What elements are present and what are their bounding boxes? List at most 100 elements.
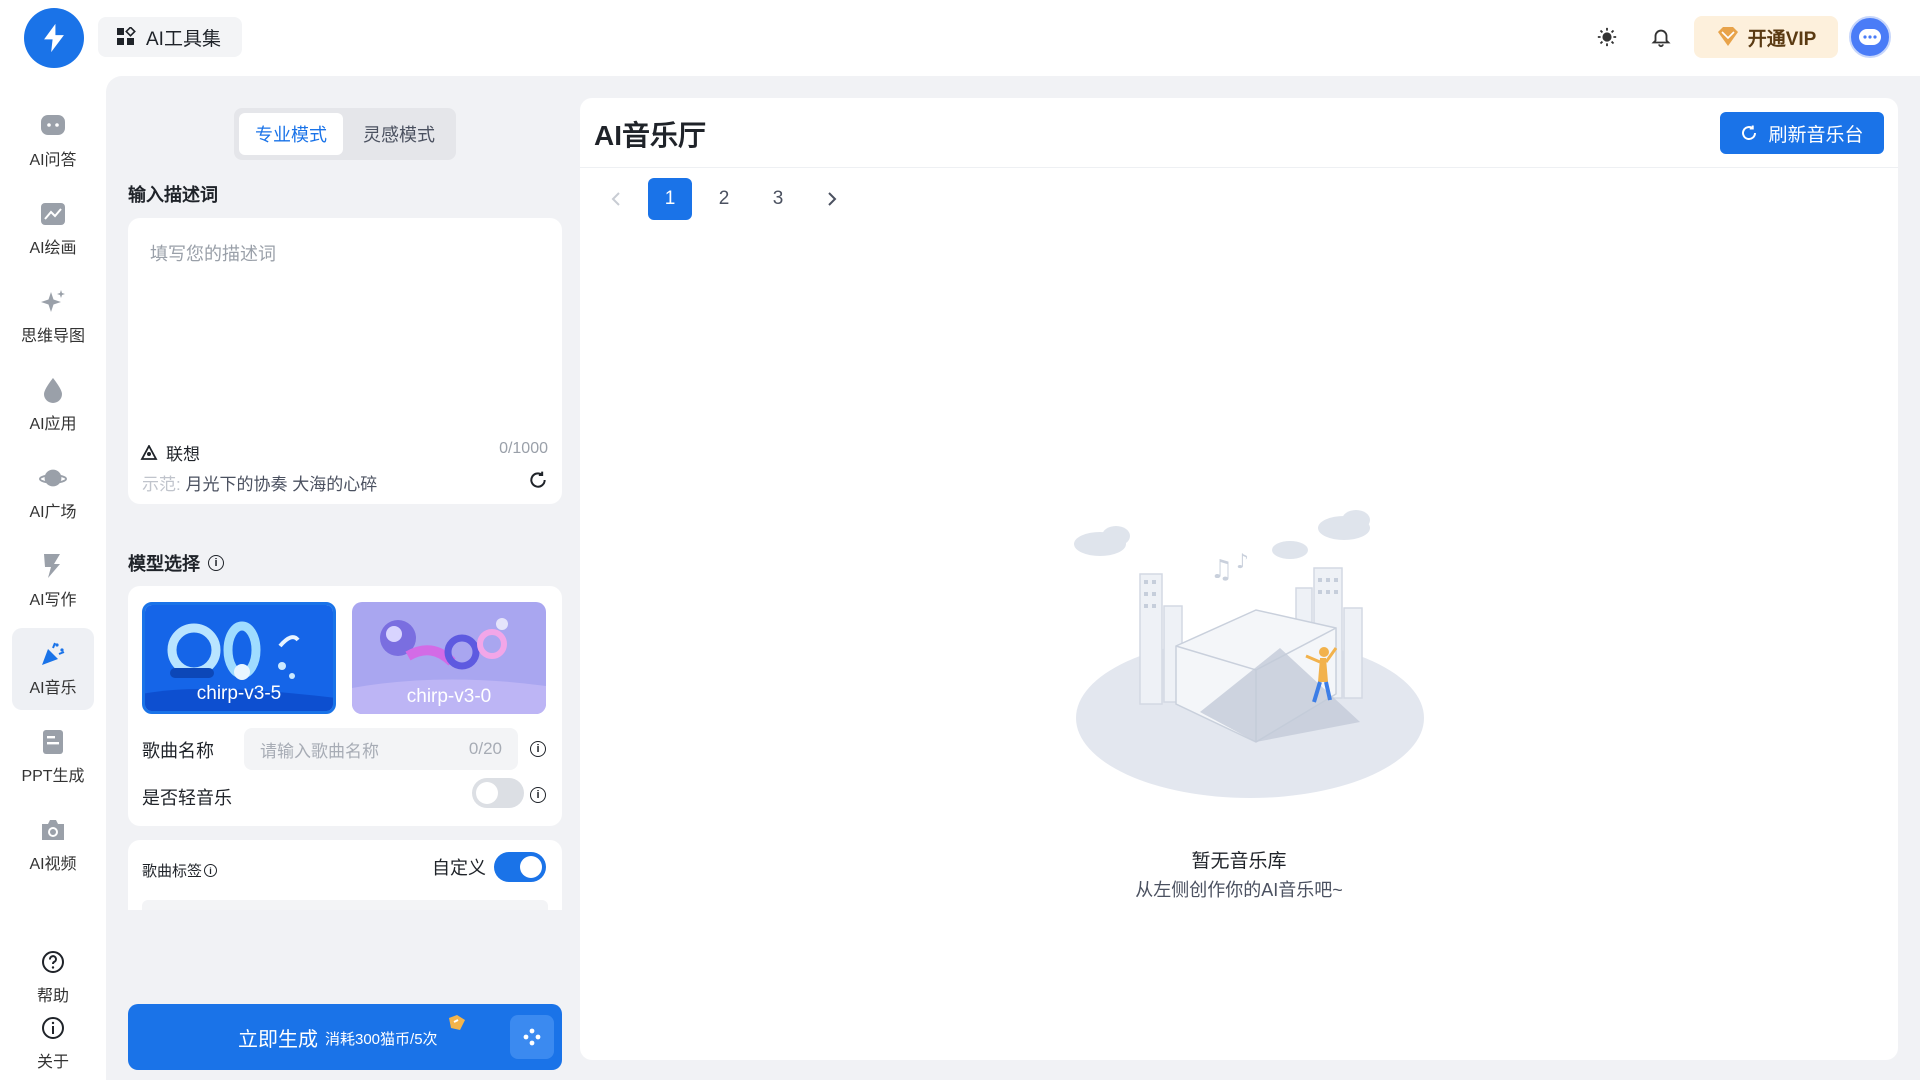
chevron-right-icon xyxy=(828,192,837,206)
model-section-label: 模型选择 xyxy=(128,554,200,574)
music-hall-panel: AI音乐厅 刷新音乐台 1 2 3 ♫ ♪ 暂无音乐库 从左侧创作你的AI音乐吧… xyxy=(580,98,1898,1060)
svg-text:♫: ♫ xyxy=(1210,555,1233,585)
light-music-toggle[interactable] xyxy=(472,778,524,808)
svg-text:♪: ♪ xyxy=(1236,549,1249,573)
empty-state-title: 暂无音乐库 xyxy=(1191,851,1287,872)
nav-label: AI绘画 xyxy=(29,240,77,257)
nav-item-ai-qa[interactable]: AI问答 xyxy=(12,100,94,182)
camera-icon xyxy=(39,816,67,844)
nav-item-ai-video[interactable]: AI视频 xyxy=(12,804,94,886)
model-name: chirp-v3-5 xyxy=(196,683,282,704)
nav-label: AI视频 xyxy=(29,856,77,873)
ai-toolset-button[interactable]: AI工具集 xyxy=(98,17,242,57)
page-button-2[interactable]: 2 xyxy=(702,178,746,220)
app-logo[interactable] xyxy=(24,8,84,68)
model-card-panel: chirp-v3-5 chirp-v3-0 歌曲名称 请输入歌曲名称 0/20 … xyxy=(128,586,562,826)
info-icon xyxy=(39,1014,67,1042)
refresh-icon xyxy=(1742,125,1757,140)
generate-options-button[interactable] xyxy=(510,1015,554,1059)
nav-label: AI写作 xyxy=(29,592,77,609)
song-name-placeholder: 请输入歌曲名称 xyxy=(260,741,379,761)
refresh-music-button[interactable]: 刷新音乐台 xyxy=(1720,112,1884,154)
prompt-section-label: 输入描述词 xyxy=(128,185,218,205)
toggle-knob xyxy=(520,856,542,878)
sun-icon xyxy=(1597,27,1617,47)
custom-tags-toggle[interactable] xyxy=(494,852,546,882)
nav-label: 帮助 xyxy=(36,988,69,1005)
nav-label: AI音乐 xyxy=(29,680,77,697)
model-option-chirp-v3-0[interactable]: chirp-v3-0 xyxy=(352,602,546,714)
refresh-icon xyxy=(530,471,546,488)
tab-pro-mode[interactable]: 专业模式 xyxy=(239,113,343,155)
generate-label: 立即生成 xyxy=(238,1028,318,1051)
refresh-example-button[interactable] xyxy=(528,470,548,490)
info-icon[interactable]: i xyxy=(208,555,224,571)
info-icon[interactable]: i xyxy=(530,787,546,803)
help-icon xyxy=(39,948,67,976)
generate-button[interactable]: 立即生成 消耗300猫币/5次 xyxy=(128,1004,562,1070)
toolset-label: AI工具集 xyxy=(146,28,221,50)
nav-label: 关于 xyxy=(36,1054,69,1071)
prev-page-button[interactable] xyxy=(594,178,638,220)
pen-icon xyxy=(39,552,67,580)
tags-title: 歌曲标签 i xyxy=(142,860,218,881)
party-popper-icon xyxy=(39,640,67,668)
chevron-left-icon xyxy=(611,192,620,206)
planet-icon xyxy=(39,464,67,492)
song-name-input[interactable]: 请输入歌曲名称 0/20 xyxy=(244,728,518,770)
coin-badge-icon xyxy=(449,1015,465,1030)
nav-item-ai-music[interactable]: AI音乐 xyxy=(12,628,94,710)
prompt-counter: 0/1000 xyxy=(499,440,548,457)
prompt-section-title: 输入描述词 xyxy=(128,181,218,207)
nav-item-mind-map[interactable]: 思维导图 xyxy=(12,276,94,358)
left-nav: AI问答 AI绘画 思维导图 AI应用 AI广场 AI写作 AI音乐 PPT生成… xyxy=(0,74,106,1080)
lightning-icon xyxy=(44,23,64,53)
next-page-button[interactable] xyxy=(810,178,854,220)
light-music-label: 是否轻音乐 xyxy=(142,788,232,808)
page-button-3[interactable]: 3 xyxy=(756,178,800,220)
empty-state-subtitle: 从左侧创作你的AI音乐吧~ xyxy=(1135,880,1343,900)
nav-item-ai-square[interactable]: AI广场 xyxy=(12,452,94,534)
notification-button[interactable] xyxy=(1646,22,1676,52)
chat-bubble-icon xyxy=(39,112,67,140)
refresh-label: 刷新音乐台 xyxy=(1768,124,1864,146)
music-hall-header: AI音乐厅 刷新音乐台 xyxy=(580,98,1898,168)
associate-label: 联想 xyxy=(166,445,200,464)
vip-button[interactable]: 开通VIP xyxy=(1694,16,1838,58)
example-prompt[interactable]: 示范: 月光下的协奏 大海的心碎 xyxy=(142,470,377,495)
message-dots-icon xyxy=(1859,29,1881,45)
recycle-icon xyxy=(140,444,158,460)
drop-icon xyxy=(39,376,67,404)
nav-item-ppt[interactable]: PPT生成 xyxy=(12,716,94,798)
sparkle-icon xyxy=(39,288,67,316)
model-name: chirp-v3-0 xyxy=(406,686,492,707)
tab-inspiration-mode[interactable]: 灵感模式 xyxy=(347,113,451,155)
nav-item-ai-drawing[interactable]: AI绘画 xyxy=(12,188,94,270)
prompt-textarea[interactable]: 填写您的描述词 xyxy=(150,240,276,266)
model-option-chirp-v3-5[interactable]: chirp-v3-5 xyxy=(142,602,336,714)
associate-button[interactable]: 联想 xyxy=(140,440,200,465)
nav-label: AI应用 xyxy=(29,416,77,433)
nav-item-about[interactable]: 关于 xyxy=(12,1010,94,1076)
user-avatar[interactable] xyxy=(1849,16,1891,58)
tags-input-area[interactable] xyxy=(142,900,548,910)
nav-label: PPT生成 xyxy=(21,768,85,785)
nav-label: 思维导图 xyxy=(20,328,85,345)
info-icon[interactable]: i xyxy=(530,741,546,757)
pagination: 1 2 3 xyxy=(594,178,854,220)
nav-item-help[interactable]: 帮助 xyxy=(12,944,94,1010)
custom-label: 自定义 xyxy=(432,858,486,878)
theme-toggle-button[interactable] xyxy=(1592,22,1622,52)
page-button-1[interactable]: 1 xyxy=(648,178,692,220)
nav-label: AI广场 xyxy=(29,504,77,521)
bell-icon xyxy=(1651,29,1671,48)
example-text: 月光下的协奏 大海的心碎 xyxy=(185,475,378,494)
song-name-label: 歌曲名称 xyxy=(142,741,214,761)
nav-item-ai-apps[interactable]: AI应用 xyxy=(12,364,94,446)
empty-state-illustration: ♫ ♪ xyxy=(1074,510,1424,798)
model-section-title: 模型选择 i xyxy=(128,550,224,576)
info-icon[interactable]: i xyxy=(204,864,218,877)
diamond-icon xyxy=(1717,27,1738,46)
mode-switch: 专业模式 灵感模式 xyxy=(234,108,456,160)
nav-item-ai-writing[interactable]: AI写作 xyxy=(12,540,94,622)
